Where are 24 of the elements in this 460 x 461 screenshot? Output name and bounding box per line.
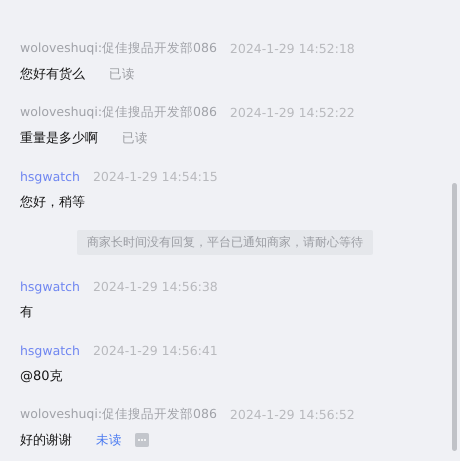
read-status: 已读 [109,66,135,82]
sender-name: hsgwatch [20,168,80,184]
more-icon[interactable] [135,433,149,447]
sender-name: hsgwatch [20,278,80,294]
system-notice: 商家长时间没有回复，平台已通知商家，请耐心等待 [77,230,373,255]
message-text: 有 [20,304,33,321]
message-text: 您好有货么 [20,66,85,83]
message-time: 2024-1-29 14:52:18 [230,40,355,56]
message-time: 2024-1-29 14:56:38 [92,278,218,294]
sender-name: hsgwatch [20,342,80,358]
read-status: 未读 [96,432,122,448]
sender-name: woloveshuqi:促佳搜品开发部086 [20,40,217,56]
message-text: 您好，稍等 [20,194,85,211]
message-text: @80克 [20,368,63,385]
sender-name: woloveshuqi:促佳搜品开发部086 [20,104,217,120]
message-time: 2024-1-29 14:54:15 [92,168,218,184]
sender-name: woloveshuqi:促佳搜品开发部086 [20,406,217,422]
message-time: 2024-1-29 14:52:22 [230,104,355,120]
message-text: 重量是多少啊 [20,130,98,147]
message-time: 2024-1-29 14:56:52 [230,406,355,422]
scrollbar[interactable] [452,183,457,451]
message-time: 2024-1-29 14:56:41 [92,342,218,358]
message-text: 好的谢谢 [20,432,72,449]
read-status: 已读 [122,130,148,146]
